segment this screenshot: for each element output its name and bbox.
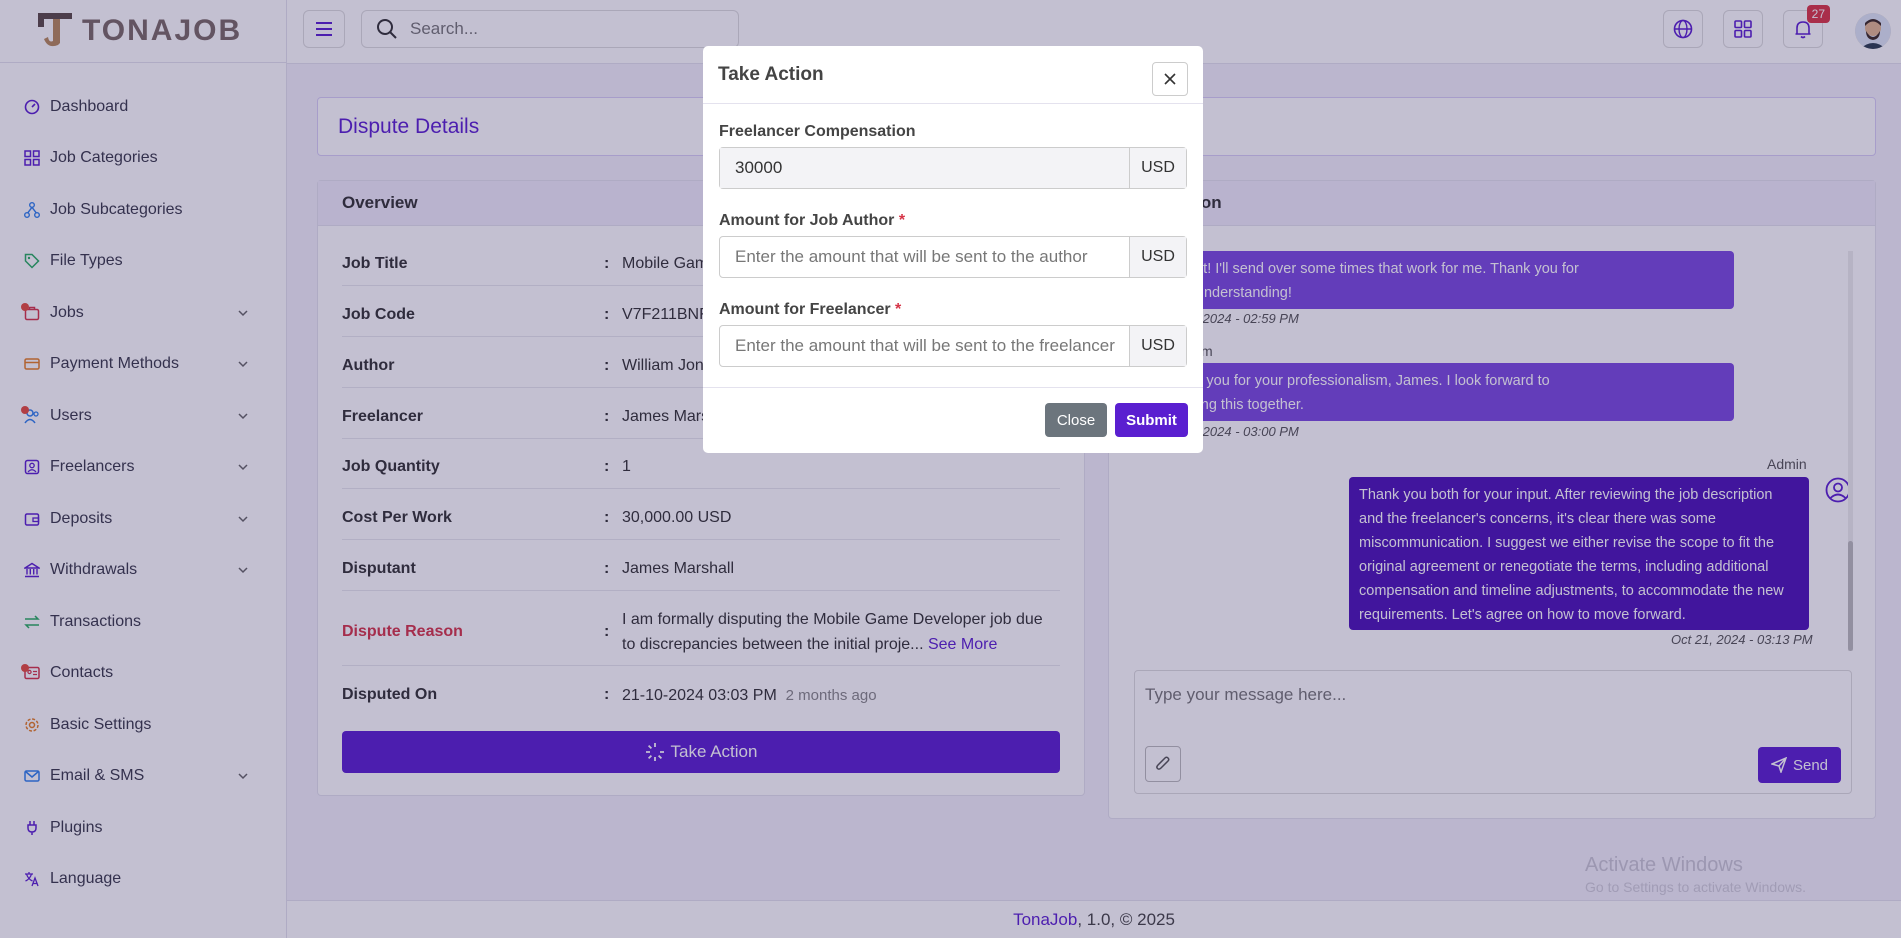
freelancer-amount-label: Amount for Freelancer * (719, 301, 901, 319)
freelancer-amount-label-text: Amount for Freelancer (719, 301, 891, 318)
modal-close-button[interactable] (1152, 62, 1188, 96)
required-marker: * (898, 212, 906, 229)
modal-footer-divider (703, 387, 1203, 388)
compensation-value: 30000 (720, 148, 1129, 188)
close-icon (1164, 73, 1176, 85)
author-amount-label-text: Amount for Job Author (719, 212, 895, 229)
close-button[interactable]: Close (1045, 403, 1107, 437)
author-amount-placeholder: Enter the amount that will be sent to th… (735, 247, 1088, 266)
currency-addon: USD (1129, 237, 1186, 277)
currency-addon: USD (1129, 326, 1186, 366)
compensation-field: 30000 USD (719, 147, 1187, 189)
required-marker: * (895, 301, 902, 318)
author-amount-input[interactable]: Enter the amount that will be sent to th… (719, 236, 1187, 278)
freelancer-amount-placeholder: Enter the amount that will be sent to th… (735, 336, 1115, 355)
modal-title: Take Action (703, 46, 1203, 104)
freelancer-amount-input[interactable]: Enter the amount that will be sent to th… (719, 325, 1187, 367)
author-amount-label: Amount for Job Author * (719, 212, 905, 230)
currency-addon: USD (1129, 148, 1186, 188)
compensation-label: Freelancer Compensation (719, 123, 916, 140)
submit-button[interactable]: Submit (1115, 403, 1188, 437)
take-action-modal: Take Action Freelancer Compensation 3000… (703, 46, 1203, 453)
